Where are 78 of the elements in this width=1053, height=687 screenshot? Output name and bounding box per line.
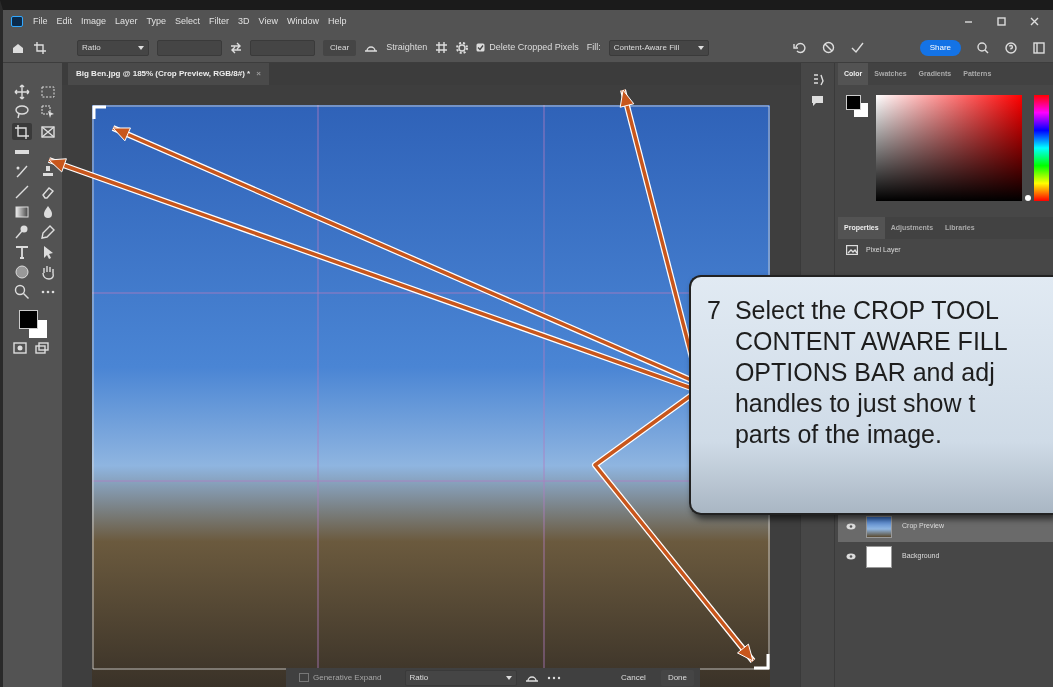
caret-icon bbox=[697, 45, 704, 50]
straighten-label[interactable]: Straighten bbox=[386, 40, 428, 55]
crop-icon[interactable] bbox=[33, 40, 47, 55]
fill-dropdown[interactable]: Content-Aware Fill bbox=[608, 39, 709, 56]
settings-icon[interactable] bbox=[456, 41, 469, 54]
crop-handle[interactable] bbox=[92, 105, 106, 119]
checkbox[interactable] bbox=[476, 43, 486, 52]
menu-item[interactable]: Type bbox=[146, 14, 167, 29]
panel-icon[interactable] bbox=[1033, 41, 1045, 54]
mask-icon[interactable] bbox=[13, 342, 27, 354]
color-swatches[interactable] bbox=[846, 95, 868, 117]
menu-item[interactable]: Help bbox=[328, 14, 347, 29]
layer-thumbnail bbox=[866, 545, 892, 568]
menu-item[interactable]: 3D bbox=[238, 14, 250, 29]
grid-icon[interactable] bbox=[435, 41, 449, 54]
app-logo bbox=[11, 16, 23, 27]
swap-icon[interactable] bbox=[230, 41, 242, 54]
eye-icon[interactable] bbox=[846, 523, 856, 530]
width-field[interactable] bbox=[157, 39, 222, 56]
color-field[interactable] bbox=[876, 95, 1022, 201]
ratio-dropdown[interactable]: Ratio bbox=[404, 669, 517, 686]
callout-text: CONTENT AWARE FILL bbox=[734, 326, 1008, 357]
frame-icon[interactable] bbox=[40, 123, 56, 140]
ellipse-icon[interactable] bbox=[14, 263, 30, 280]
menu-item[interactable]: View bbox=[258, 14, 278, 29]
maximize-icon[interactable] bbox=[997, 17, 1006, 26]
commit-icon[interactable] bbox=[850, 41, 864, 54]
comment-icon[interactable] bbox=[811, 95, 824, 107]
step-number: 7 bbox=[707, 295, 721, 326]
menu-item[interactable]: Layer bbox=[115, 14, 138, 29]
callout-text: OPTIONS BAR and adj bbox=[734, 357, 996, 388]
more-icon[interactable] bbox=[546, 674, 561, 681]
menu-item[interactable]: Filter bbox=[209, 14, 230, 29]
home-icon[interactable] bbox=[11, 41, 25, 54]
lasso-icon[interactable] bbox=[14, 103, 30, 120]
eye-icon[interactable] bbox=[846, 553, 856, 560]
marquee-icon[interactable] bbox=[40, 83, 56, 100]
callout-text: parts of the image. bbox=[734, 419, 943, 450]
cancel-button[interactable]: Cancel bbox=[613, 669, 653, 686]
checkbox-label[interactable]: Delete Cropped Pixels bbox=[489, 40, 579, 55]
height-field[interactable] bbox=[250, 39, 315, 56]
cancel-icon[interactable] bbox=[821, 41, 835, 54]
document-tab[interactable]: Big Ben.jpg @ 185% (Crop Preview, RGB/8#) * × bbox=[68, 63, 269, 85]
close-icon[interactable] bbox=[1030, 17, 1039, 26]
caret-icon bbox=[505, 675, 512, 680]
slider-thumb[interactable] bbox=[1025, 195, 1031, 201]
zoom-icon[interactable] bbox=[14, 283, 30, 300]
image-icon bbox=[846, 245, 858, 256]
menu-item[interactable]: File bbox=[33, 14, 48, 29]
undo-icon[interactable] bbox=[792, 41, 806, 54]
done-button[interactable]: Done bbox=[660, 669, 694, 686]
clear-button[interactable]: Clear bbox=[323, 39, 357, 56]
fill-label: Fill: bbox=[586, 40, 601, 54]
menu-item[interactable]: Window bbox=[286, 14, 319, 29]
move-icon[interactable] bbox=[14, 83, 30, 100]
menu-item[interactable]: Image bbox=[81, 14, 107, 29]
tab-close[interactable]: × bbox=[256, 68, 261, 80]
screen-mode-icon[interactable] bbox=[35, 342, 49, 354]
type-icon[interactable] bbox=[14, 243, 30, 260]
color-swatches[interactable] bbox=[19, 310, 47, 338]
dodge-icon[interactable] bbox=[14, 223, 30, 240]
crop-icon[interactable] bbox=[14, 123, 30, 140]
crop-handle[interactable] bbox=[754, 654, 770, 670]
menu-item[interactable]: Edit bbox=[56, 14, 73, 29]
callout-text: handles to just show t bbox=[734, 388, 977, 419]
search-icon[interactable] bbox=[977, 41, 989, 54]
layer-thumbnail bbox=[866, 515, 892, 538]
help-icon[interactable] bbox=[1005, 41, 1017, 54]
pen-icon[interactable] bbox=[40, 223, 56, 240]
menu-item[interactable]: Select bbox=[175, 14, 201, 29]
ratio-dropdown[interactable]: Ratio bbox=[77, 39, 149, 56]
share-button[interactable]: Share bbox=[919, 39, 961, 56]
callout-text: Select the CROP TOOL bbox=[734, 295, 1000, 326]
hand-icon[interactable] bbox=[40, 263, 56, 280]
expand-icon bbox=[299, 673, 309, 682]
history-icon[interactable] bbox=[811, 73, 824, 87]
caret-icon bbox=[138, 45, 144, 50]
gradient-icon[interactable] bbox=[14, 203, 30, 220]
